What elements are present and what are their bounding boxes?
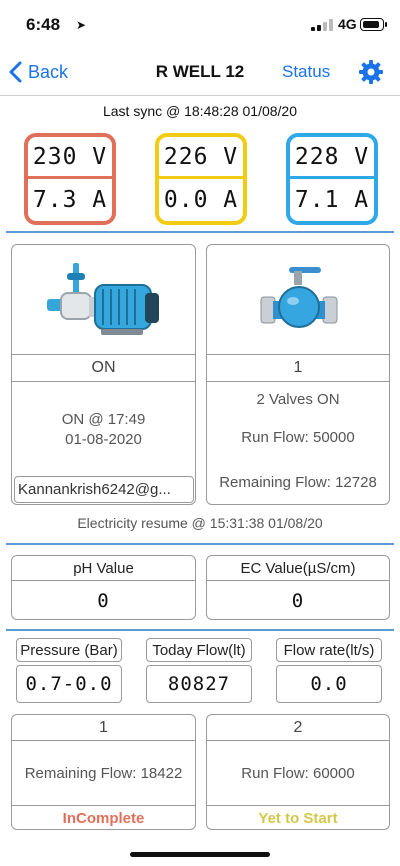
zone-card-1[interactable]: 1 Remaining Flow: 18422 InComplete xyxy=(11,714,196,830)
back-button[interactable]: Back xyxy=(8,58,68,86)
valves-on-text: 2 Valves ON xyxy=(256,391,340,408)
location-arrow-icon: ➤ xyxy=(76,18,87,32)
zone-flow: Remaining Flow: 18422 xyxy=(24,765,183,782)
flow-rate-value: 0.0 xyxy=(276,665,382,703)
motor-state: ON xyxy=(12,354,195,382)
ec-label: EC Value(µS/cm) xyxy=(207,556,389,581)
zone-number: 2 xyxy=(207,715,389,741)
current-display: 7.1 A xyxy=(294,187,370,213)
current-display: 0.0 A xyxy=(163,187,239,213)
pressure-label: Pressure (Bar) xyxy=(16,638,122,662)
ph-card: pH Value 0 xyxy=(11,555,196,620)
status-button[interactable]: Status xyxy=(282,62,330,82)
zone-status: InComplete xyxy=(12,805,195,829)
motor-user: Kannankrish6242@g... xyxy=(14,476,194,503)
flow-rate-label: Flow rate(lt/s) xyxy=(276,638,382,662)
network-type: 4G xyxy=(338,16,357,32)
current-display: 7.3 A xyxy=(32,187,108,213)
battery-icon xyxy=(360,18,387,31)
voltage-display: 230 V xyxy=(28,137,112,179)
today-flow-label: Today Flow(lt) xyxy=(146,638,252,662)
valve-card[interactable]: 1 2 Valves ON Run Flow: 50000 Remaining … xyxy=(206,244,390,505)
today-flow-value: 80827 xyxy=(146,665,252,703)
motor-pump-icon xyxy=(47,263,159,335)
ph-value: 0 xyxy=(97,590,110,612)
electricity-resume-text: Electricity resume @ 15:31:38 01/08/20 xyxy=(77,515,323,531)
chevron-left-icon xyxy=(9,61,22,83)
signal-icon xyxy=(311,19,333,31)
gear-icon[interactable] xyxy=(358,59,384,85)
back-label: Back xyxy=(28,61,69,82)
motor-card[interactable]: ON ON @ 17:49 01-08-2020 Kannankrish6242… xyxy=(11,244,196,505)
status-bar: 6:48 ➤ 4G xyxy=(0,0,400,50)
valve-run-flow: Run Flow: 50000 xyxy=(241,429,355,446)
last-sync-text: Last sync @ 18:48:28 01/08/20 xyxy=(102,103,297,119)
voltage-display: 226 V xyxy=(159,137,243,179)
valve-icon xyxy=(260,267,338,328)
zone-card-2[interactable]: 2 Run Flow: 60000 Yet to Start xyxy=(206,714,390,830)
motor-on-time: ON @ 17:49 xyxy=(61,411,146,428)
home-indicator[interactable] xyxy=(130,852,270,857)
zone-flow: Run Flow: 60000 xyxy=(241,765,355,782)
ph-label: pH Value xyxy=(12,556,195,581)
pressure-value: 0.7-0.0 xyxy=(16,665,122,703)
ec-card: EC Value(µS/cm) 0 xyxy=(206,555,390,620)
valve-count: 1 xyxy=(207,354,389,382)
motor-on-date: 01-08-2020 xyxy=(65,431,142,448)
status-time: 6:48 xyxy=(26,15,61,34)
section-divider xyxy=(6,543,394,545)
nav-bar: Back R WELL 12 Status xyxy=(0,50,400,96)
zone-status: Yet to Start xyxy=(207,805,389,829)
phase-meter-3: 228 V 7.1 A xyxy=(286,133,378,225)
section-divider xyxy=(6,231,394,233)
phase-meter-2: 226 V 0.0 A xyxy=(155,133,247,225)
zone-number: 1 xyxy=(12,715,195,741)
phase-meter-1: 230 V 7.3 A xyxy=(24,133,116,225)
valve-remaining-flow: Remaining Flow: 12728 xyxy=(219,474,377,491)
voltage-display: 228 V xyxy=(290,137,374,179)
section-divider xyxy=(6,629,394,631)
ec-value: 0 xyxy=(291,590,305,612)
